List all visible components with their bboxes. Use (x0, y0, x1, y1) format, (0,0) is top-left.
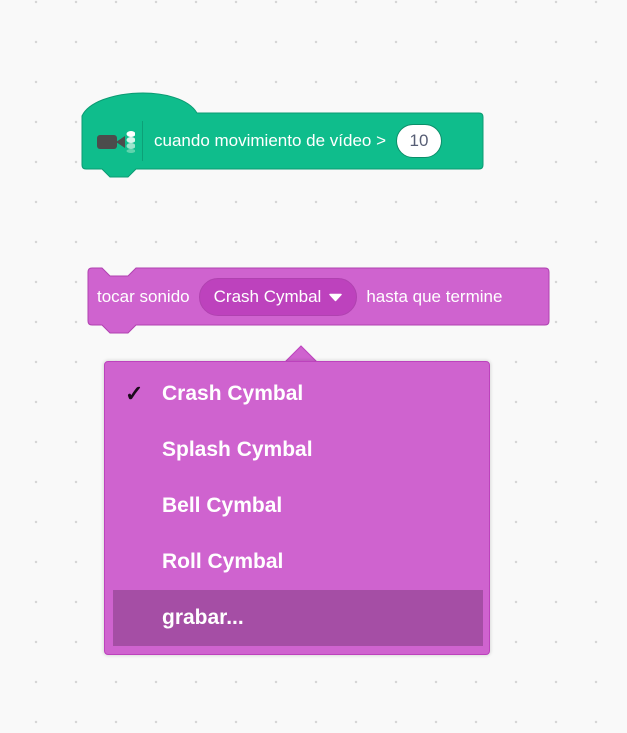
motion-threshold-input[interactable]: 10 (396, 124, 443, 158)
sound-menu-list: ✓ Crash Cymbal Splash Cymbal Bell Cymbal… (113, 366, 483, 646)
video-sensing-icon (88, 121, 142, 161)
checkmark-icon: ✓ (125, 381, 144, 406)
menu-item-label: grabar... (162, 606, 244, 629)
sound-dropdown[interactable]: Crash Cymbal (198, 277, 358, 316)
menu-item-splash-cymbal[interactable]: Splash Cymbal (113, 422, 483, 478)
sound-block-label-before: tocar sonido (97, 286, 190, 306)
sound-dropdown-value: Crash Cymbal (213, 286, 322, 306)
menu-item-label: Splash Cymbal (162, 438, 313, 461)
extension-separator (142, 121, 143, 161)
menu-item-crash-cymbal[interactable]: ✓ Crash Cymbal (113, 366, 483, 422)
sound-dropdown-menu: ✓ Crash Cymbal Splash Cymbal Bell Cymbal… (104, 361, 490, 655)
menu-item-record[interactable]: grabar... (113, 590, 483, 646)
menu-item-label: Bell Cymbal (162, 494, 283, 517)
menu-item-label: Crash Cymbal (162, 382, 304, 405)
menu-item-label: Roll Cymbal (162, 550, 284, 573)
dropdown-caret-icon (329, 287, 343, 307)
hat-block-video-motion[interactable]: cuando movimiento de vídeo > 10 (82, 113, 443, 169)
menu-item-bell-cymbal[interactable]: Bell Cymbal (113, 478, 483, 534)
play-sound-until-done-block[interactable]: tocar sonido Crash Cymbal hasta que term… (88, 268, 502, 325)
hat-block-label: cuando movimiento de vídeo > (154, 131, 387, 150)
menu-item-roll-cymbal[interactable]: Roll Cymbal (113, 534, 483, 590)
sound-block-label-after: hasta que termine (366, 286, 503, 306)
